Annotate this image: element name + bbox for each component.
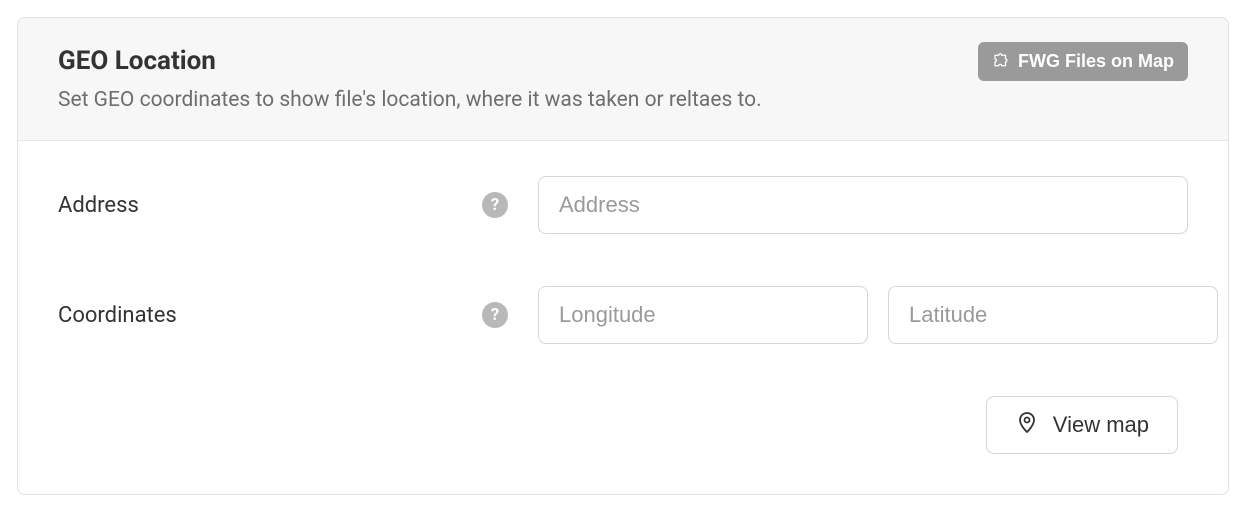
coordinates-label: Coordinates	[58, 303, 177, 328]
panel-header-text: GEO Location Set GEO coordinates to show…	[58, 46, 978, 112]
address-label: Address	[58, 193, 139, 218]
latitude-input[interactable]	[888, 286, 1218, 344]
address-row: Address ?	[58, 176, 1188, 234]
panel-body: Address ? Coordinates ?	[18, 141, 1228, 494]
badge-label: FWG Files on Map	[1018, 51, 1174, 72]
fwg-files-on-map-button[interactable]: FWG Files on Map	[978, 42, 1188, 81]
view-map-button[interactable]: View map	[986, 396, 1178, 454]
coordinates-row: Coordinates ?	[58, 286, 1188, 344]
panel-header: GEO Location Set GEO coordinates to show…	[18, 18, 1228, 141]
longitude-input[interactable]	[538, 286, 868, 344]
puzzle-icon	[992, 50, 1010, 73]
panel-subtitle: Set GEO coordinates to show file's locat…	[58, 88, 978, 112]
map-pin-icon	[1015, 410, 1039, 440]
panel-title: GEO Location	[58, 46, 978, 76]
help-icon[interactable]: ?	[482, 302, 508, 328]
address-input[interactable]	[538, 176, 1188, 234]
address-label-col: Address ?	[58, 192, 538, 218]
coordinates-label-col: Coordinates ?	[58, 302, 538, 328]
action-row: View map	[58, 396, 1188, 454]
view-map-label: View map	[1053, 412, 1149, 438]
address-input-col	[538, 176, 1188, 234]
help-icon[interactable]: ?	[482, 192, 508, 218]
coordinates-input-col	[538, 286, 1218, 344]
geo-location-panel: GEO Location Set GEO coordinates to show…	[17, 17, 1229, 495]
